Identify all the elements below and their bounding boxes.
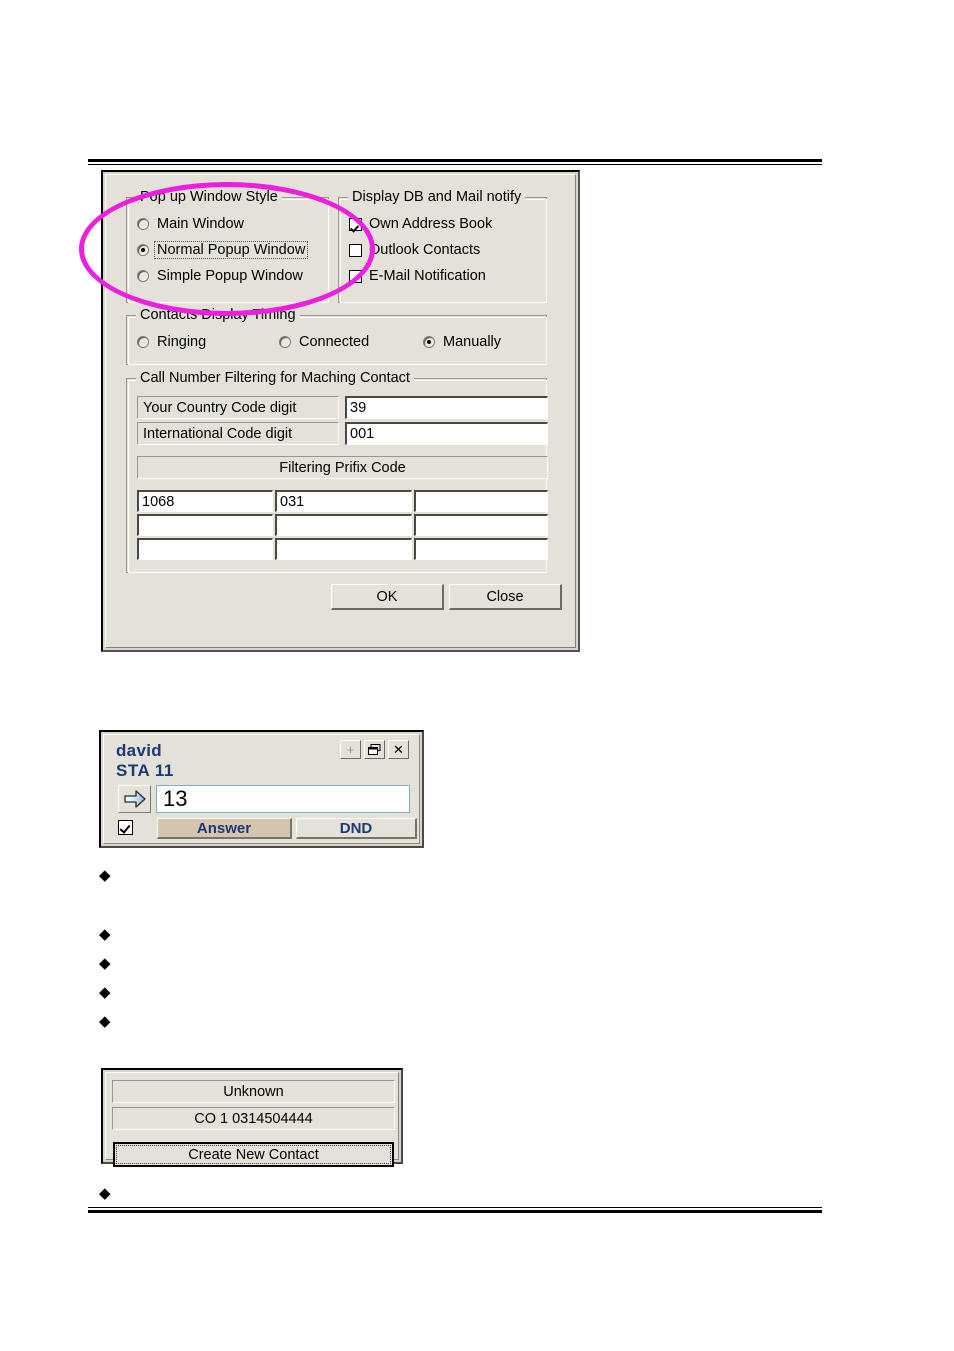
close-icon[interactable]: ✕ bbox=[388, 740, 409, 759]
radio-simple-popup-window[interactable]: Simple Popup Window bbox=[137, 268, 303, 284]
close-icon-glyph: ✕ bbox=[393, 741, 404, 757]
unknown-contact-title: Unknown bbox=[112, 1080, 395, 1103]
unknown-contact-line-info: CO 1 0314504444 bbox=[112, 1107, 395, 1130]
right-arrow-icon bbox=[123, 790, 146, 808]
radio-icon bbox=[137, 218, 149, 230]
list-bullet: ◆ bbox=[99, 867, 111, 884]
radio-icon bbox=[137, 244, 149, 256]
popup-window-style-group: Pop up Window Style Main Window Normal P… bbox=[126, 189, 329, 303]
radio-simple-popup-window-label: Simple Popup Window bbox=[157, 268, 303, 284]
prefix-input-r0c0[interactable]: 1068 bbox=[137, 490, 273, 512]
restore-icon-glyph bbox=[368, 744, 381, 755]
create-new-contact-button[interactable]: Create New Contact bbox=[113, 1142, 394, 1167]
list-bullet: ◆ bbox=[99, 926, 111, 943]
radio-icon bbox=[137, 336, 149, 348]
dnd-button[interactable]: DND bbox=[296, 818, 417, 839]
prefix-input-r0c2[interactable] bbox=[414, 490, 548, 512]
radio-connected[interactable]: Connected bbox=[279, 334, 369, 350]
call-number-filtering-group: Call Number Filtering for Maching Contac… bbox=[126, 370, 548, 573]
prefix-input-r1c1[interactable] bbox=[275, 514, 412, 536]
radio-ringing-label: Ringing bbox=[157, 334, 207, 350]
filtering-prefix-code-header: Filtering Prifix Code bbox=[137, 456, 548, 479]
checkbox-own-address-book[interactable]: Own Address Book bbox=[349, 216, 492, 232]
radio-connected-label: Connected bbox=[299, 334, 370, 350]
dialog-client-area: Pop up Window Style Main Window Normal P… bbox=[105, 174, 576, 648]
checkbox-outlook-contacts-label: Outlook Contacts bbox=[369, 242, 481, 258]
radio-icon bbox=[137, 270, 149, 282]
radio-manually[interactable]: Manually bbox=[423, 334, 501, 350]
unknown-contact-window: Unknown CO 1 0314504444 Create New Conta… bbox=[101, 1068, 403, 1167]
prefix-input-r1c0[interactable] bbox=[137, 514, 273, 536]
checkbox-icon bbox=[349, 217, 362, 231]
checkbox-own-address-book-label: Own Address Book bbox=[369, 216, 493, 232]
popup-window-style-group-title: Pop up Window Style bbox=[136, 189, 282, 205]
answer-button[interactable]: Answer bbox=[157, 818, 292, 839]
radio-icon bbox=[279, 336, 291, 348]
country-code-label: Your Country Code digit bbox=[137, 396, 339, 419]
display-db-mail-notify-group-title: Display DB and Mail notify bbox=[348, 189, 526, 205]
checkbox-icon bbox=[349, 243, 362, 257]
prefix-input-r1c2[interactable] bbox=[414, 514, 548, 536]
list-bullet: ◆ bbox=[99, 984, 111, 1001]
list-bullet: ◆ bbox=[99, 955, 111, 972]
list-bullet: ◆ bbox=[99, 1013, 111, 1030]
radio-ringing[interactable]: Ringing bbox=[137, 334, 206, 350]
list-bullet: ◆ bbox=[99, 1185, 111, 1202]
popup-checkbox[interactable] bbox=[118, 820, 133, 835]
close-button[interactable]: Close bbox=[449, 584, 562, 610]
international-code-label: International Code digit bbox=[137, 422, 339, 445]
unknown-contact-client-area: Unknown CO 1 0314504444 Create New Conta… bbox=[105, 1072, 399, 1167]
restore-icon[interactable] bbox=[364, 740, 385, 759]
checkbox-email-notification[interactable]: E-Mail Notification bbox=[349, 268, 486, 284]
radio-icon bbox=[423, 336, 435, 348]
country-code-input[interactable]: 39 bbox=[345, 396, 548, 419]
plus-icon-glyph: + bbox=[346, 742, 355, 757]
caller-name: david bbox=[116, 741, 162, 760]
transfer-arrow-button[interactable] bbox=[118, 785, 151, 813]
radio-normal-popup-window-label: Normal Popup Window bbox=[154, 241, 309, 259]
radio-manually-label: Manually bbox=[443, 334, 502, 350]
header-rule bbox=[88, 159, 822, 165]
ok-button[interactable]: OK bbox=[331, 584, 444, 610]
station-label: STA 11 bbox=[116, 761, 174, 780]
call-popup-window: david STA 11 + ✕ 13 Answer DND bbox=[99, 730, 424, 848]
international-code-input[interactable]: 001 bbox=[345, 422, 548, 445]
checkbox-outlook-contacts[interactable]: Outlook Contacts bbox=[349, 242, 480, 258]
display-db-mail-notify-group: Display DB and Mail notify Own Address B… bbox=[338, 189, 547, 303]
call-number-filtering-group-title: Call Number Filtering for Maching Contac… bbox=[136, 370, 414, 386]
settings-dialog: Pop up Window Style Main Window Normal P… bbox=[101, 170, 580, 652]
radio-main-window-label: Main Window bbox=[157, 216, 245, 232]
call-popup-client-area: david STA 11 + ✕ 13 Answer DND bbox=[103, 734, 420, 844]
footer-rule bbox=[88, 1207, 822, 1213]
checkbox-email-notification-label: E-Mail Notification bbox=[369, 268, 486, 284]
dial-number-input[interactable]: 13 bbox=[156, 785, 410, 813]
prefix-input-r2c1[interactable] bbox=[275, 538, 412, 560]
radio-main-window[interactable]: Main Window bbox=[137, 216, 244, 232]
prefix-input-r0c1[interactable]: 031 bbox=[275, 490, 412, 512]
contacts-display-timing-group-title: Contacts Display Timing bbox=[136, 307, 300, 323]
prefix-input-r2c2[interactable] bbox=[414, 538, 548, 560]
contacts-display-timing-group: Contacts Display Timing Ringing Connecte… bbox=[126, 307, 547, 365]
checkbox-icon bbox=[349, 269, 362, 283]
plus-icon[interactable]: + bbox=[340, 740, 361, 759]
radio-normal-popup-window[interactable]: Normal Popup Window bbox=[137, 241, 309, 259]
prefix-input-r2c0[interactable] bbox=[137, 538, 273, 560]
